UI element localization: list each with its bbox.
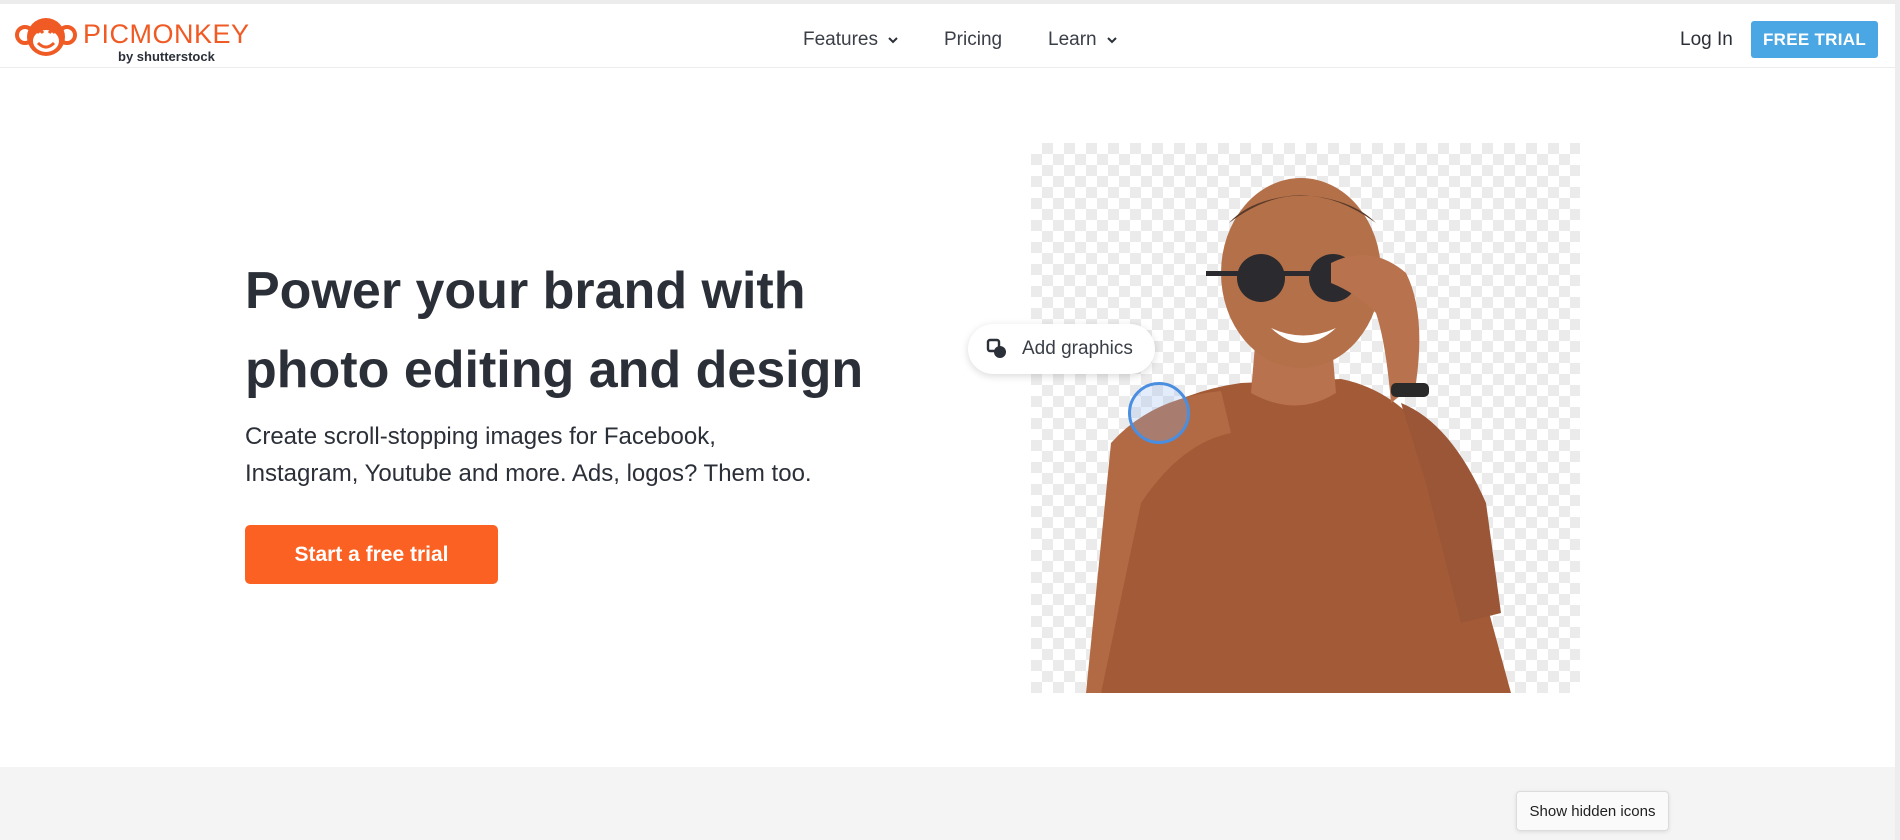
free-trial-button[interactable]: FREE TRIAL <box>1751 21 1878 58</box>
nav-features-label: Features <box>803 28 878 50</box>
hero-title-line2: photo editing and design <box>245 341 864 399</box>
hero-title-line1: Power your brand with <box>245 262 806 320</box>
nav-pricing[interactable]: Pricing <box>944 8 1002 71</box>
demo-photo-canvas <box>1031 143 1580 693</box>
monkey-logo-icon <box>15 18 77 56</box>
nav-features[interactable]: Features <box>803 8 900 71</box>
nav-learn-label: Learn <box>1048 28 1097 50</box>
shapes-icon <box>986 338 1006 358</box>
page-scrollbar[interactable] <box>1895 0 1900 840</box>
logo-wordmark: PICMONKEY <box>83 19 250 49</box>
picmonkey-logo[interactable]: PICMONKEY by shutterstock <box>15 13 249 64</box>
hero-subtitle: Create scroll-stopping images for Facebo… <box>245 418 865 492</box>
logo-byline: by shutterstock <box>118 49 215 64</box>
add-graphics-label: Add graphics <box>1022 338 1133 359</box>
hero-subtitle-line1: Create scroll-stopping images for Facebo… <box>245 423 716 450</box>
hero-subtitle-line2: Instagram, Youtube and more. Ads, logos?… <box>245 460 812 487</box>
add-graphics-chip[interactable]: Add graphics <box>968 324 1155 374</box>
woman-photo-illustration <box>1086 178 1511 693</box>
login-link[interactable]: Log In <box>1680 8 1733 71</box>
start-free-trial-button[interactable]: Start a free trial <box>245 525 498 584</box>
cursor-click-indicator <box>1128 382 1190 444</box>
chevron-down-icon <box>888 36 898 43</box>
chevron-down-icon <box>1106 36 1117 43</box>
hero-title: Power your brand with photo editing and … <box>245 252 945 410</box>
site-header: PICMONKEY by shutterstock Features Prici… <box>0 4 1900 68</box>
show-hidden-icons-tooltip: Show hidden icons <box>1516 791 1669 831</box>
nav-pricing-label: Pricing <box>944 28 1003 50</box>
nav-learn[interactable]: Learn <box>1048 8 1119 71</box>
